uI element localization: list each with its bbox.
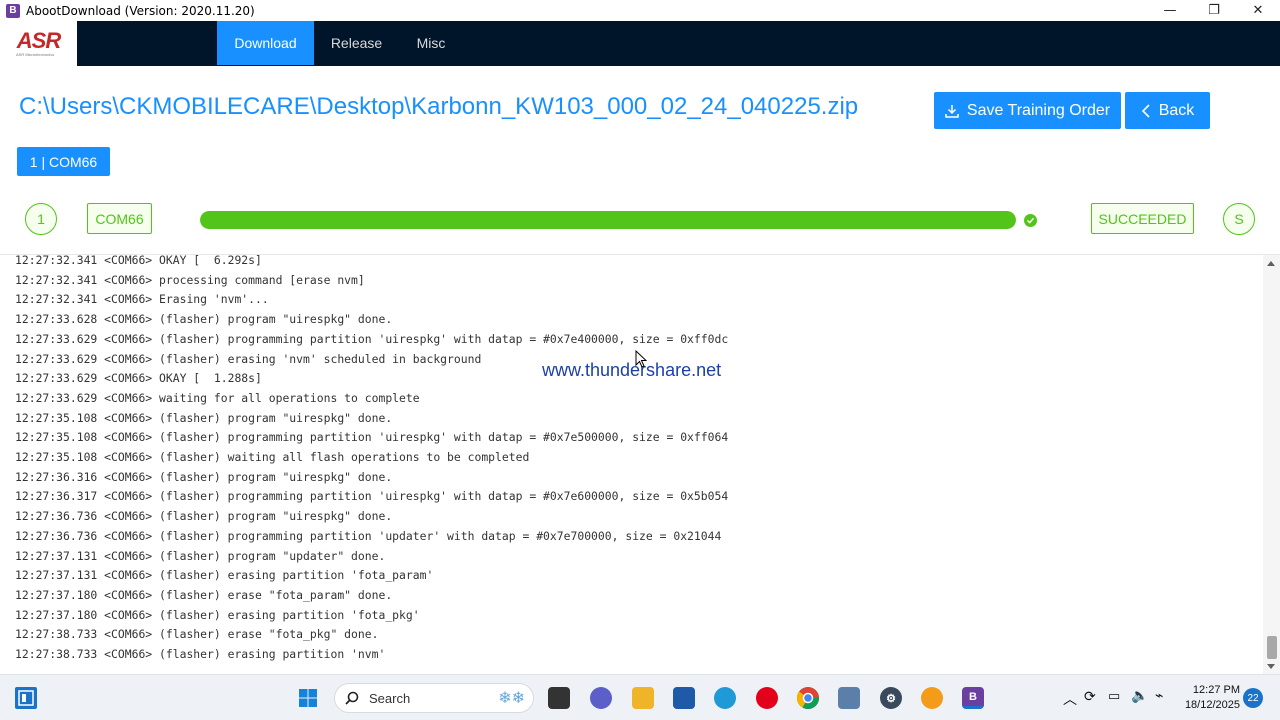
- port-tab-com66[interactable]: 1 | COM66: [17, 147, 110, 176]
- download-progress-bar: [200, 211, 1016, 229]
- power-plug-icon[interactable]: ⌁: [1155, 687, 1163, 704]
- check-circle-icon: [1024, 214, 1037, 227]
- log-line: 12:27:38.733 <COM66> (flasher) erasing p…: [15, 647, 386, 661]
- log-line: 12:27:32.341 <COM66> Erasing 'nvm'...: [15, 292, 269, 307]
- nav-tab-misc[interactable]: Misc: [405, 21, 457, 65]
- desktop-widget-icon[interactable]: [15, 687, 37, 709]
- log-line: 12:27:36.317 <COM66> (flasher) programmi…: [15, 489, 729, 504]
- app-icon: B: [6, 3, 20, 18]
- scroll-down-arrow-icon[interactable]: [1267, 664, 1275, 669]
- firmware-path: C:\Users\CKMOBILECARE\Desktop\Karbonn_KW…: [19, 93, 859, 120]
- back-button[interactable]: Back: [1125, 92, 1210, 129]
- log-line: 12:27:32.341 <COM66> OKAY [ 6.292s]: [15, 254, 262, 267]
- log-line: 12:27:35.108 <COM66> (flasher) programmi…: [15, 430, 729, 445]
- logo-text: ASR: [16, 27, 61, 53]
- log-line: 12:27:33.629 <COM66> waiting for all ope…: [15, 390, 420, 405]
- log-line: 12:27:35.108 <COM66> (flasher) program "…: [15, 410, 393, 425]
- opera-browser-icon[interactable]: [756, 687, 778, 709]
- log-line: 12:27:32.341 <COM66> processing command …: [15, 272, 365, 287]
- nav-tab-release[interactable]: Release: [318, 21, 395, 65]
- window-titlebar: B AbootDownload (Version: 2020.11.20) — …: [0, 0, 1280, 21]
- taskbar-time[interactable]: 12:27 PM: [1180, 684, 1240, 696]
- log-line: 12:27:36.736 <COM66> (flasher) programmi…: [15, 528, 722, 543]
- log-line: 12:27:37.180 <COM66> (flasher) erasing p…: [15, 607, 420, 622]
- log-line: 12:27:33.629 <COM66> (flasher) programmi…: [15, 331, 729, 346]
- network-tool-icon[interactable]: [838, 687, 860, 709]
- save-training-order-label: Save Training Order: [966, 101, 1111, 119]
- minimize-button[interactable]: —: [1148, 0, 1192, 21]
- scroll-thumb[interactable]: [1267, 636, 1277, 659]
- watermark-text: www.thundershare.net: [542, 360, 722, 380]
- log-line: 12:27:33.628 <COM66> (flasher) program "…: [15, 312, 393, 327]
- search-placeholder: Search: [369, 690, 411, 706]
- chevron-left-icon: [1141, 103, 1150, 118]
- status-succeeded-tag: SUCCEEDED: [1091, 203, 1194, 234]
- file-explorer-icon[interactable]: [632, 687, 654, 709]
- maximize-button[interactable]: ❐: [1192, 0, 1236, 21]
- device-index-badge: 1: [25, 203, 57, 235]
- orange-app-icon[interactable]: [921, 687, 943, 709]
- taskbar-search-box[interactable]: Search ❄❄: [334, 683, 534, 713]
- log-line: 12:27:38.733 <COM66> (flasher) erase "fo…: [15, 627, 379, 642]
- log-line: 12:27:37.131 <COM66> (flasher) erasing p…: [15, 568, 434, 583]
- status-short-badge: S: [1223, 203, 1255, 235]
- close-button[interactable]: ✕: [1236, 0, 1280, 21]
- log-line: 12:27:37.131 <COM66> (flasher) program "…: [15, 548, 386, 563]
- nav-tab-download[interactable]: Download: [217, 21, 314, 65]
- save-training-order-button[interactable]: Save Training Order: [934, 92, 1121, 129]
- log-scrollbar[interactable]: [1263, 255, 1280, 674]
- abootdownload-app-icon[interactable]: B: [962, 687, 984, 709]
- window-controls: — ❐ ✕: [1148, 0, 1280, 21]
- log-line: 12:27:37.180 <COM66> (flasher) erase "fo…: [15, 587, 393, 602]
- window-title: AbootDownload (Version: 2020.11.20): [26, 3, 255, 18]
- top-navbar: ASR ASR Microelectronics Download Releas…: [0, 21, 1280, 66]
- windows-taskbar: Search ❄❄ ⚙ B ︿ ⟳ ▭ 🔈 ⌁ 12:27 PM 18/12/2…: [0, 674, 1280, 720]
- log-line: 12:27:36.316 <COM66> (flasher) program "…: [15, 469, 393, 484]
- snowflake-icon: ❄❄: [498, 690, 525, 707]
- asr-logo: ASR ASR Microelectronics: [0, 21, 77, 66]
- task-view-icon[interactable]: [548, 687, 570, 709]
- sync-icon[interactable]: ⟳: [1084, 688, 1096, 705]
- log-line: 12:27:33.629 <COM66> (flasher) erasing '…: [15, 351, 482, 366]
- download-icon: [945, 104, 959, 118]
- log-line: 12:27:36.736 <COM66> (flasher) program "…: [15, 509, 393, 524]
- scroll-up-arrow-icon[interactable]: [1267, 261, 1275, 266]
- store-icon[interactable]: [673, 687, 695, 709]
- edge-browser-icon[interactable]: [714, 687, 736, 709]
- port-tag: COM66: [87, 203, 152, 234]
- log-line: 12:27:35.108 <COM66> (flasher) waiting a…: [15, 450, 530, 464]
- log-output[interactable]: 12:27:32.341 <COM66> OKAY [ 6.292s] 12:27…: [0, 254, 1280, 674]
- search-icon: [345, 691, 359, 705]
- display-icon[interactable]: ▭: [1108, 688, 1120, 704]
- taskbar-date[interactable]: 18/12/2025: [1180, 699, 1240, 711]
- log-line: 12:27:33.629 <COM66> OKAY [ 1.288s]: [15, 371, 262, 386]
- logo-tagline: ASR Microelectronics: [16, 52, 55, 57]
- settings-gear-icon[interactable]: ⚙: [880, 687, 902, 709]
- tray-chevron-up-icon[interactable]: ︿: [1063, 689, 1077, 709]
- meet-chat-icon[interactable]: [590, 687, 612, 709]
- notification-badge[interactable]: 22: [1243, 688, 1263, 708]
- download-progress-fill: [200, 211, 1016, 229]
- back-label: Back: [1158, 101, 1195, 119]
- chrome-browser-icon[interactable]: [797, 687, 819, 709]
- mouse-cursor-icon: [635, 350, 647, 368]
- windows-start-icon[interactable]: [297, 687, 319, 709]
- speaker-icon[interactable]: 🔈: [1131, 687, 1148, 704]
